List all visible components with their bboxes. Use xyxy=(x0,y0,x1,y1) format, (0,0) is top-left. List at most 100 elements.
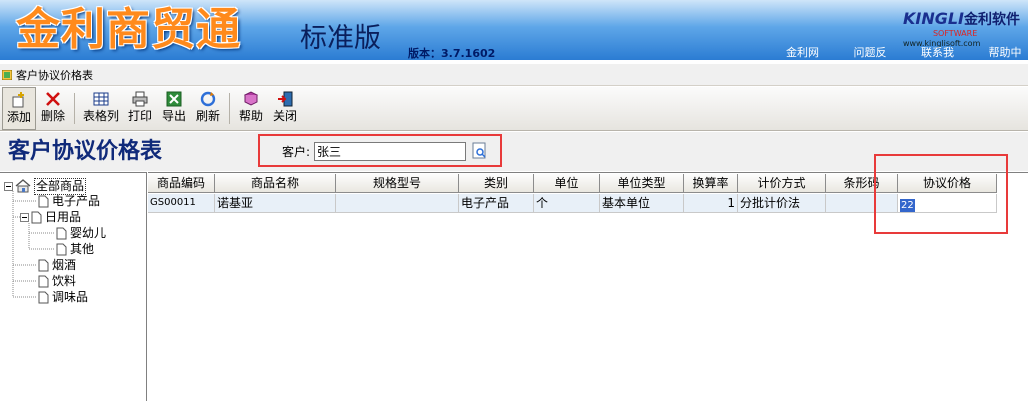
cell-conversion[interactable]: 1 xyxy=(684,194,738,213)
add-label: 添加 xyxy=(7,110,32,124)
toolbar: 添加 删除 表格列 打印 导出 刷新 帮助 关闭 xyxy=(0,87,1028,131)
cell-category[interactable]: 电子产品 xyxy=(459,194,534,213)
col-header-unit[interactable]: 单位 xyxy=(534,174,600,193)
tree-node-label: 全部商品 xyxy=(34,177,87,195)
table-icon xyxy=(93,92,109,106)
document-icon xyxy=(38,195,49,207)
window-title: 客户协议价格表 xyxy=(16,68,93,82)
table-row[interactable]: GS00011 诺基亚 电子产品 个 基本单位 1 分批计价法 22 xyxy=(148,194,997,213)
document-icon xyxy=(38,275,49,287)
cell-name[interactable]: 诺基亚 xyxy=(215,194,336,213)
tree-node-other[interactable]: 其他 xyxy=(56,241,94,257)
tree-node-label: 日用品 xyxy=(45,209,82,224)
home-icon xyxy=(15,179,31,193)
tree-node-electronics[interactable]: 电子产品 xyxy=(38,193,100,209)
document-icon xyxy=(56,227,67,239)
document-icon xyxy=(56,243,67,255)
cell-spec[interactable] xyxy=(336,194,459,213)
col-header-barcode[interactable]: 条形码 xyxy=(826,174,898,193)
window-icon xyxy=(2,69,12,80)
refresh-icon xyxy=(200,91,216,107)
collapse-icon[interactable] xyxy=(4,181,13,191)
print-button[interactable]: 打印 xyxy=(123,87,157,130)
export-label: 导出 xyxy=(162,109,187,123)
table-columns-button[interactable]: 表格列 xyxy=(79,87,123,130)
tree-node-baby[interactable]: 婴幼儿 xyxy=(56,225,106,241)
delete-label: 删除 xyxy=(41,109,66,123)
refresh-button[interactable]: 刷新 xyxy=(191,87,225,130)
cell-pricing-method[interactable]: 分批计价法 xyxy=(738,194,826,213)
print-label: 打印 xyxy=(128,109,153,123)
collapse-icon[interactable] xyxy=(20,212,29,222)
page-title: 客户协议价格表 xyxy=(8,138,163,164)
tree-node-daily-goods[interactable]: 日用品 xyxy=(20,209,81,225)
toolbar-separator xyxy=(229,93,231,124)
exit-door-icon xyxy=(278,91,293,107)
price-grid: 商品编码 商品名称 规格型号 类别 单位 单位类型 换算率 计价方式 条形码 协… xyxy=(148,172,1028,401)
toolbar-separator xyxy=(74,93,76,124)
tree-node-condiments[interactable]: 调味品 xyxy=(38,289,88,305)
col-header-category[interactable]: 类别 xyxy=(459,174,534,193)
help-button[interactable]: 帮助 xyxy=(234,87,268,130)
export-icon xyxy=(166,91,182,107)
tree-node-all[interactable]: 全部商品 xyxy=(4,177,87,195)
tree-node-label: 婴幼儿 xyxy=(70,225,107,240)
logo-sub: SOFTWARE xyxy=(932,29,978,38)
tree-node-label: 烟酒 xyxy=(52,257,77,272)
document-icon xyxy=(31,211,42,223)
cell-unit[interactable]: 个 xyxy=(534,194,600,213)
app-banner: 金利商贸通 标准版 版本：3.7.1602 KINGLI金利软件 SOFTWAR… xyxy=(0,0,1028,60)
document-icon xyxy=(38,291,49,303)
app-name: 金利商贸通 xyxy=(16,4,241,55)
col-header-pricing-method[interactable]: 计价方式 xyxy=(738,174,826,193)
window-caption: 客户协议价格表 xyxy=(0,64,1028,86)
delete-button[interactable]: 删除 xyxy=(36,87,70,130)
cell-unit-type[interactable]: 基本单位 xyxy=(600,194,684,213)
help-book-icon xyxy=(243,91,259,106)
document-icon xyxy=(38,259,49,271)
delete-icon xyxy=(46,92,60,106)
add-button[interactable]: 添加 xyxy=(2,87,37,130)
printer-icon xyxy=(132,91,148,107)
link-contact[interactable]: 联系我们 xyxy=(921,46,961,60)
customer-input[interactable] xyxy=(314,142,466,161)
tree-node-label: 电子产品 xyxy=(52,193,101,208)
col-header-unit-type[interactable]: 单位类型 xyxy=(600,174,684,193)
customer-highlight-box: 客户: xyxy=(258,134,502,167)
close-label: 关闭 xyxy=(273,109,298,123)
table-columns-label: 表格列 xyxy=(83,109,120,123)
tree-node-label: 调味品 xyxy=(52,289,89,304)
grid-header: 商品编码 商品名称 规格型号 类别 单位 单位类型 换算率 计价方式 条形码 协… xyxy=(148,174,997,193)
category-tree: 全部商品 电子产品 日用品 婴幼儿 其他 烟酒 饮料 调味品 xyxy=(0,172,147,401)
tree-node-label: 其他 xyxy=(70,241,95,256)
logo-cn: 金利软件 xyxy=(964,12,1020,28)
version-label: 版本：3.7.1602 xyxy=(408,47,496,60)
filter-bar: 客户协议价格表 客户: xyxy=(0,132,1028,171)
tree-node-label: 饮料 xyxy=(52,273,77,288)
tree-node-beverages[interactable]: 饮料 xyxy=(38,273,76,289)
cell-code[interactable]: GS00011 xyxy=(148,194,215,213)
top-links: 金利网站 问题反馈 联系我们 帮助中心 xyxy=(786,46,1028,60)
company-logo: KINGLI金利软件 SOFTWARE www.kinglisoft.com xyxy=(903,10,1020,49)
cell-agreed-price[interactable]: 22 xyxy=(898,194,997,213)
add-icon xyxy=(12,92,24,108)
agreed-price-editor[interactable]: 22 xyxy=(900,199,915,212)
col-header-name[interactable]: 商品名称 xyxy=(215,174,336,193)
cell-barcode[interactable] xyxy=(826,194,898,213)
close-button[interactable]: 关闭 xyxy=(268,87,302,130)
col-header-conversion[interactable]: 换算率 xyxy=(684,174,738,193)
edition-label: 标准版 xyxy=(300,23,381,54)
link-feedback[interactable]: 问题反馈 xyxy=(854,46,894,60)
export-button[interactable]: 导出 xyxy=(157,87,191,130)
col-header-code[interactable]: 商品编码 xyxy=(148,174,215,193)
col-header-agreed-price[interactable]: 协议价格 xyxy=(898,174,997,193)
tree-node-tobacco-alcohol[interactable]: 烟酒 xyxy=(38,257,76,273)
customer-lookup-icon[interactable] xyxy=(472,142,488,160)
refresh-label: 刷新 xyxy=(196,109,221,123)
link-website[interactable]: 金利网站 xyxy=(786,46,826,60)
customer-label: 客户: xyxy=(282,145,311,159)
col-header-spec[interactable]: 规格型号 xyxy=(336,174,459,193)
logo-text: KINGLI xyxy=(902,9,964,28)
help-label: 帮助 xyxy=(239,109,264,123)
link-help-center[interactable]: 帮助中心 xyxy=(989,46,1028,60)
